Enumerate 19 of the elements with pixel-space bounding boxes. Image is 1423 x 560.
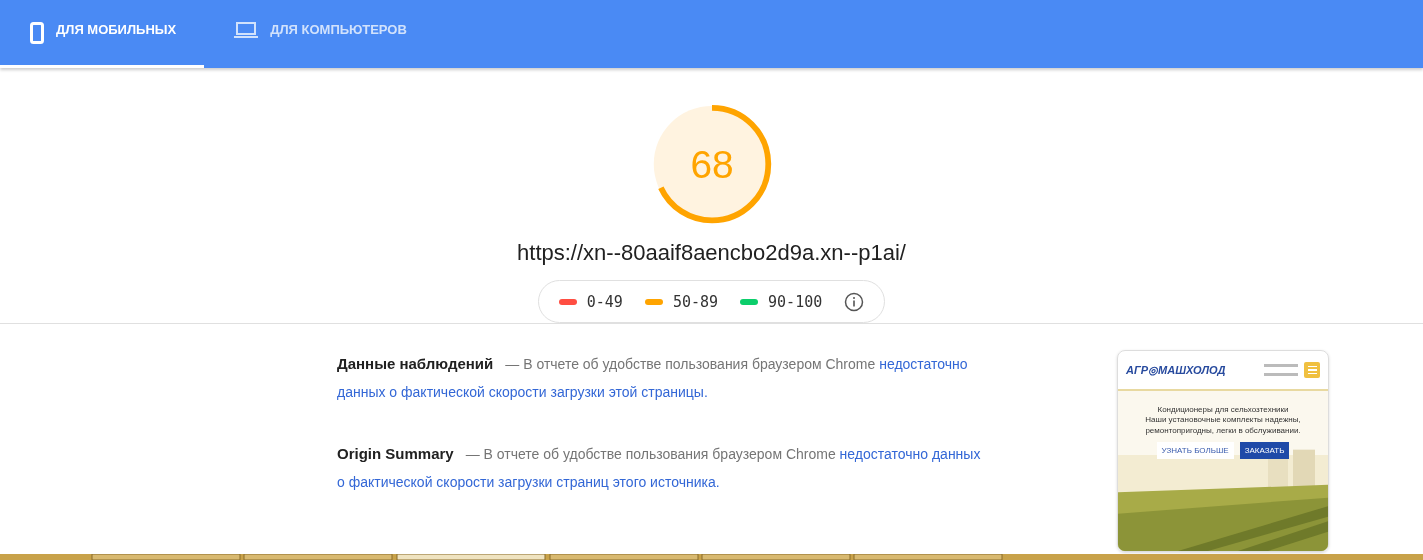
range-label: 0-49: [586, 292, 623, 311]
insufficient-data-link[interactable]: недостаточно данных: [839, 446, 981, 462]
field-data-note: Origin Summary — В отчете об удобстве пользования браузером Chrome недостаточно данных о фактической скорости загрузки страниц этого источника.: [337, 444, 982, 492]
hero-heading: Кондиционеры для сельхозтехники: [1156, 405, 1290, 416]
hero-subheading: Наши установочные комплекты надежны, ремонтопригодны, легки в обслуживании.: [1144, 415, 1302, 437]
score-value: 68: [689, 142, 734, 186]
site-logo: АГР◎МАШХОЛОД: [1126, 363, 1227, 377]
insufficient-data-link[interactable]: данных о фактической скорости загрузки этой страницы.: [337, 384, 708, 400]
menu-icon: [1304, 362, 1320, 378]
insufficient-data-link[interactable]: о фактической скорости загрузки страниц этого источника.: [337, 474, 720, 490]
range-label: 90-100: [768, 292, 823, 311]
phone-icon: [30, 22, 44, 44]
laptop-icon: [234, 22, 259, 38]
field-data-note: Данные наблюдений — В отчете об удобстве пользования браузером Chrome недостаточно данных о фактической скорости загрузки этой страницы.: [337, 354, 969, 402]
device-tab[interactable]: ДЛЯ МОБИЛЬНЫХ: [0, 0, 205, 68]
insufficient-data-link[interactable]: недостаточно: [879, 356, 968, 372]
info-icon[interactable]: [844, 291, 865, 312]
range-label: 50-89: [672, 292, 719, 311]
page-url: https://xn--80aaif8aencbo2d9a.xn--p1ai/: [517, 240, 906, 267]
